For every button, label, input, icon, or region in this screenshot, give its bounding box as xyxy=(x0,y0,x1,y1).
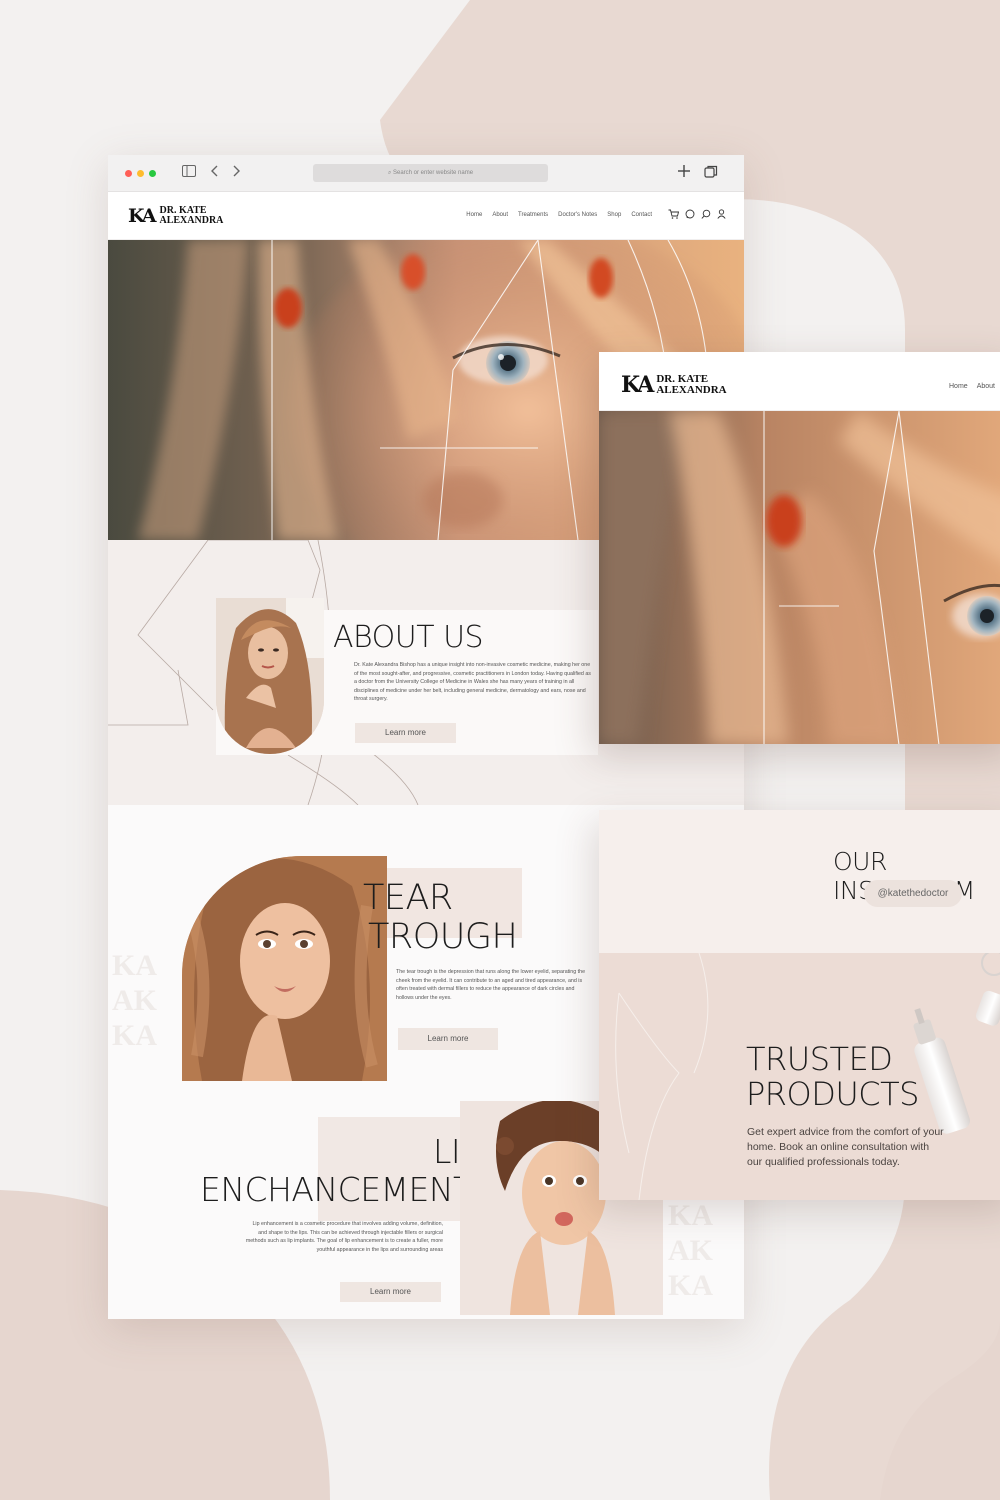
about-title: ABOUT US xyxy=(333,620,484,655)
svg-text:KA: KA xyxy=(112,1019,157,1052)
site-logo-secondary[interactable]: KA DR. KATE ALEXANDRA xyxy=(621,372,727,398)
lip-title-2: ENCHANCEMENT xyxy=(200,1170,473,1209)
address-bar[interactable]: ⌕ Search or enter website name xyxy=(313,164,548,182)
whatsapp-icon[interactable] xyxy=(685,209,695,221)
hero-photo-secondary xyxy=(599,411,1000,744)
instagram-section: OUR INSTAGRAM @katethedoctor xyxy=(599,810,1000,953)
tabs-icon[interactable] xyxy=(704,165,718,183)
products-title-2: PRODUCTS xyxy=(746,1075,919,1113)
lip-body: Lip enhancement is a cosmetic procedure … xyxy=(245,1221,443,1253)
products-title-1: TRUSTED xyxy=(746,1040,893,1078)
about-body: Dr. Kate Alexandra Bishop has a unique i… xyxy=(354,662,591,703)
svg-text:AK: AK xyxy=(112,984,158,1017)
site-header: KA DR. KATE ALEXANDRA Home About Treatme… xyxy=(108,192,744,240)
nav-home-secondary[interactable]: Home xyxy=(949,383,968,390)
tear-trough-learn-more-button[interactable]: Learn more xyxy=(398,1028,498,1050)
logo-line-2: ALEXANDRA xyxy=(159,215,224,226)
user-icon[interactable] xyxy=(717,209,726,221)
nav-about[interactable]: About xyxy=(492,212,508,218)
svg-text:AK: AK xyxy=(668,1234,714,1267)
nav-doctors-notes[interactable]: Doctor's Notes xyxy=(558,212,597,218)
nav-home[interactable]: Home xyxy=(466,212,482,218)
products-body: Get expert advice from the comfort of yo… xyxy=(747,1126,944,1169)
logo-line-2-secondary: ALEXANDRA xyxy=(656,384,727,396)
site-logo[interactable]: KA DR. KATE ALEXANDRA xyxy=(128,205,223,227)
maximize-window-button[interactable] xyxy=(149,170,156,177)
main-nav: Home About Treatments Doctor's Notes Sho… xyxy=(466,212,652,218)
site-header-secondary: KA DR. KATE ALEXANDRA Home About xyxy=(599,352,1000,411)
svg-text:KA: KA xyxy=(112,949,157,982)
sidebar-icon[interactable] xyxy=(182,165,196,181)
address-placeholder: Search or enter website name xyxy=(392,170,474,176)
tear-trough-title-1: TEAR xyxy=(363,878,453,918)
logo-monogram: KA xyxy=(128,205,156,227)
tear-trough-title-2: TROUGH xyxy=(368,917,518,957)
secondary-window-hero: KA DR. KATE ALEXANDRA Home About xyxy=(599,352,1000,744)
back-icon[interactable] xyxy=(211,165,219,181)
trusted-products-section: TRUSTED PRODUCTS Get expert advice from … xyxy=(599,953,1000,1200)
nav-contact[interactable]: Contact xyxy=(631,212,652,218)
minimize-window-button[interactable] xyxy=(137,170,144,177)
about-portrait-photo xyxy=(216,598,324,754)
about-learn-more-button[interactable]: Learn more xyxy=(355,723,456,743)
nav-about-secondary[interactable]: About xyxy=(977,383,995,390)
tear-trough-body: The tear trough is the depression that r… xyxy=(396,969,586,1001)
header-icons xyxy=(668,209,726,221)
new-tab-icon[interactable] xyxy=(677,164,691,182)
search-icon[interactable] xyxy=(701,209,711,221)
browser-toolbar: ⌕ Search or enter website name xyxy=(108,155,744,192)
instagram-handle-button[interactable]: @katethedoctor xyxy=(864,880,962,907)
nav-shop[interactable]: Shop xyxy=(607,212,621,218)
svg-text:KA: KA xyxy=(668,1269,713,1302)
nav-treatments[interactable]: Treatments xyxy=(518,212,548,218)
lip-learn-more-button[interactable]: Learn more xyxy=(340,1282,441,1302)
cart-icon[interactable] xyxy=(668,209,680,221)
svg-text:KA: KA xyxy=(668,1199,713,1232)
logo-monogram-secondary: KA xyxy=(621,372,654,398)
hero-banner-secondary xyxy=(599,411,1000,744)
secondary-window-instagram-products: OUR INSTAGRAM @katethedoctor xyxy=(599,810,1000,1200)
close-window-button[interactable] xyxy=(125,170,132,177)
forward-icon[interactable] xyxy=(232,165,240,181)
